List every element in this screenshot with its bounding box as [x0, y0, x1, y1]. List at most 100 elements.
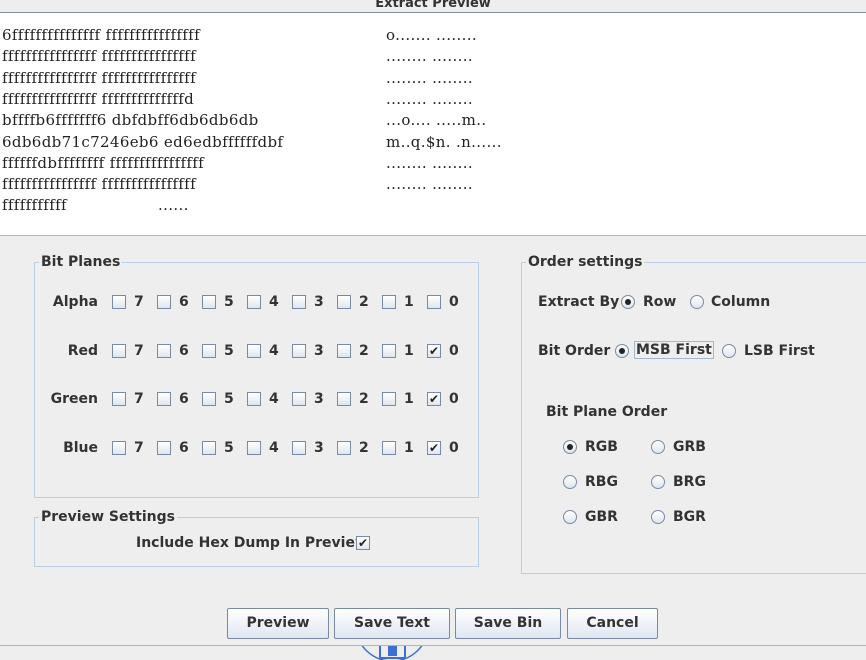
- bitplane-checkbox[interactable]: [157, 295, 171, 309]
- bitplane-bit-label: 2: [359, 342, 369, 359]
- hex-dump-hex: ffffffffffffffff ffffffffffffffff: [2, 68, 196, 87]
- cancel-button[interactable]: Cancel: [567, 608, 658, 639]
- bitplane-checkbox[interactable]: [112, 295, 126, 309]
- bitplane-bit-label: 1: [404, 391, 414, 408]
- bitplane-checkbox[interactable]: [247, 295, 261, 309]
- bitplane-bit-label: 6: [179, 440, 189, 457]
- bitplane-checkbox[interactable]: [382, 295, 396, 309]
- bitplane-checkbox[interactable]: [157, 392, 171, 407]
- extract-by-row-label[interactable]: Row: [643, 294, 676, 310]
- bitplane-checkbox[interactable]: [247, 441, 261, 456]
- bitplane-checkbox[interactable]: [382, 343, 396, 358]
- hex-dump-ascii: ........ ........: [386, 68, 474, 87]
- bitplane-bit-label: 1: [404, 342, 414, 359]
- bitplane-checkbox[interactable]: [292, 295, 306, 309]
- hex-dump-ascii: ...o.... .....m..: [386, 111, 487, 130]
- bitplane-bit-label: 4: [269, 294, 279, 310]
- order-settings-legend: Order settings: [528, 254, 643, 270]
- plane-order-radio[interactable]: [651, 475, 665, 489]
- hex-dump-hex: ffffffffffffffff ffffffffffffffff: [2, 47, 196, 66]
- plane-order-label[interactable]: RBG: [585, 474, 618, 490]
- bitplane-checkbox[interactable]: [337, 392, 351, 407]
- save-text-button[interactable]: Save Text: [334, 608, 450, 639]
- bitplane-checkbox[interactable]: [247, 343, 261, 358]
- bit-order-lsb-radio[interactable]: [722, 344, 736, 358]
- plane-order-label[interactable]: RGB: [585, 439, 618, 455]
- bitplane-checkbox[interactable]: [202, 295, 216, 309]
- extract-by-row-radio[interactable]: [621, 295, 635, 309]
- bitplane-checkbox[interactable]: [292, 343, 306, 358]
- bitplane-bit-label: 5: [224, 391, 234, 408]
- bitplane-checkbox[interactable]: ✔: [427, 441, 441, 456]
- bitplane-checkbox[interactable]: [382, 392, 396, 407]
- bitplane-row-label: Blue: [63, 440, 98, 457]
- bitplane-checkbox[interactable]: [292, 392, 306, 407]
- bitplane-checkbox[interactable]: [157, 343, 171, 358]
- hex-dump-ascii: ........ ........: [386, 47, 474, 66]
- bitplane-checkbox[interactable]: [202, 392, 216, 407]
- plane-order-radio[interactable]: [563, 440, 577, 454]
- bitplane-checkbox[interactable]: [382, 441, 396, 456]
- bit-order-lsb-label[interactable]: LSB First: [744, 343, 815, 359]
- bit-order-msb-radio[interactable]: [615, 344, 629, 358]
- bit-order-msb-label[interactable]: MSB First: [634, 341, 714, 359]
- hex-dump-ascii: ........ ........: [386, 89, 474, 108]
- window-bottom-edge: [0, 645, 866, 646]
- bitplane-bit-label: 3: [314, 294, 324, 310]
- plane-order-radio[interactable]: [563, 475, 577, 489]
- bitplane-checkbox[interactable]: [112, 441, 126, 456]
- bitplane-bit-label: 7: [134, 342, 144, 359]
- bitplane-bit-label: 6: [179, 294, 189, 310]
- bitplane-checkbox[interactable]: ✔: [427, 392, 441, 407]
- bitplane-bit-label: 0: [449, 391, 459, 408]
- extract-by-column-label[interactable]: Column: [711, 294, 770, 310]
- extract-preview-area[interactable]: 6fffffffffffffff ffffffffffffffff o......…: [0, 12, 866, 236]
- bitplane-checkbox[interactable]: [292, 441, 306, 456]
- bitplane-checkbox[interactable]: [427, 295, 441, 309]
- bitplane-row-label: Red: [67, 342, 98, 359]
- bitplane-checkbox[interactable]: [202, 441, 216, 456]
- bitplane-bit-label: 2: [359, 294, 369, 310]
- hex-dump-label: Include Hex Dump In Preview: [136, 535, 368, 551]
- bitplane-bit-label: 0: [449, 294, 459, 310]
- hex-dump-hex: fffffffffff: [2, 196, 67, 215]
- bitplane-bit-label: 7: [134, 440, 144, 457]
- preview-button[interactable]: Preview: [227, 608, 329, 639]
- plane-order-label[interactable]: BGR: [673, 509, 706, 525]
- background-app-icon: [355, 646, 430, 660]
- bitplane-checkbox[interactable]: [112, 343, 126, 358]
- bitplane-checkbox[interactable]: ✔: [427, 343, 441, 358]
- bitplane-checkbox[interactable]: [337, 343, 351, 358]
- bit-order-label: Bit Order: [538, 343, 611, 359]
- bitplane-bit-label: 7: [134, 391, 144, 408]
- plane-order-label[interactable]: BRG: [673, 474, 706, 490]
- bitplane-bit-label: 0: [449, 440, 459, 457]
- bitplane-bit-label: 2: [359, 440, 369, 457]
- bitplane-checkbox[interactable]: [157, 441, 171, 456]
- bitplane-bit-label: 6: [179, 391, 189, 408]
- bitplane-checkbox[interactable]: [112, 392, 126, 407]
- plane-order-label[interactable]: GRB: [673, 439, 706, 455]
- hex-dump-ascii: m..q.$n. .n......: [386, 132, 502, 151]
- bit-planes-group: Bit Planes: [34, 254, 479, 498]
- bitplane-checkbox[interactable]: [247, 392, 261, 407]
- plane-order-radio[interactable]: [563, 510, 577, 524]
- extract-by-column-radio[interactable]: [690, 295, 704, 309]
- dialog-title: Extract Preview: [375, 0, 491, 11]
- save-bin-button[interactable]: Save Bin: [455, 608, 561, 639]
- hex-dump-checkbox[interactable]: ✔: [356, 536, 370, 550]
- bitplane-bit-label: 1: [404, 440, 414, 457]
- hex-dump-hex: 6db6db71c7246eb6 ed6edbffffffdbf: [2, 132, 284, 151]
- plane-order-label[interactable]: GBR: [585, 509, 618, 525]
- bitplane-checkbox[interactable]: [337, 295, 351, 309]
- hex-dump-ascii: o....... ........: [386, 26, 478, 44]
- plane-order-radio[interactable]: [651, 440, 665, 454]
- bitplane-row-label: Green: [50, 391, 98, 408]
- bitplane-checkbox[interactable]: [337, 441, 351, 456]
- bitplane-row-label: Alpha: [52, 294, 98, 310]
- bitplane-checkbox[interactable]: [202, 343, 216, 358]
- bitplane-bit-label: 4: [269, 440, 279, 457]
- plane-order-radio[interactable]: [651, 510, 665, 524]
- bitplane-bit-label: 0: [449, 342, 459, 359]
- hex-dump-ascii: ......: [158, 196, 189, 215]
